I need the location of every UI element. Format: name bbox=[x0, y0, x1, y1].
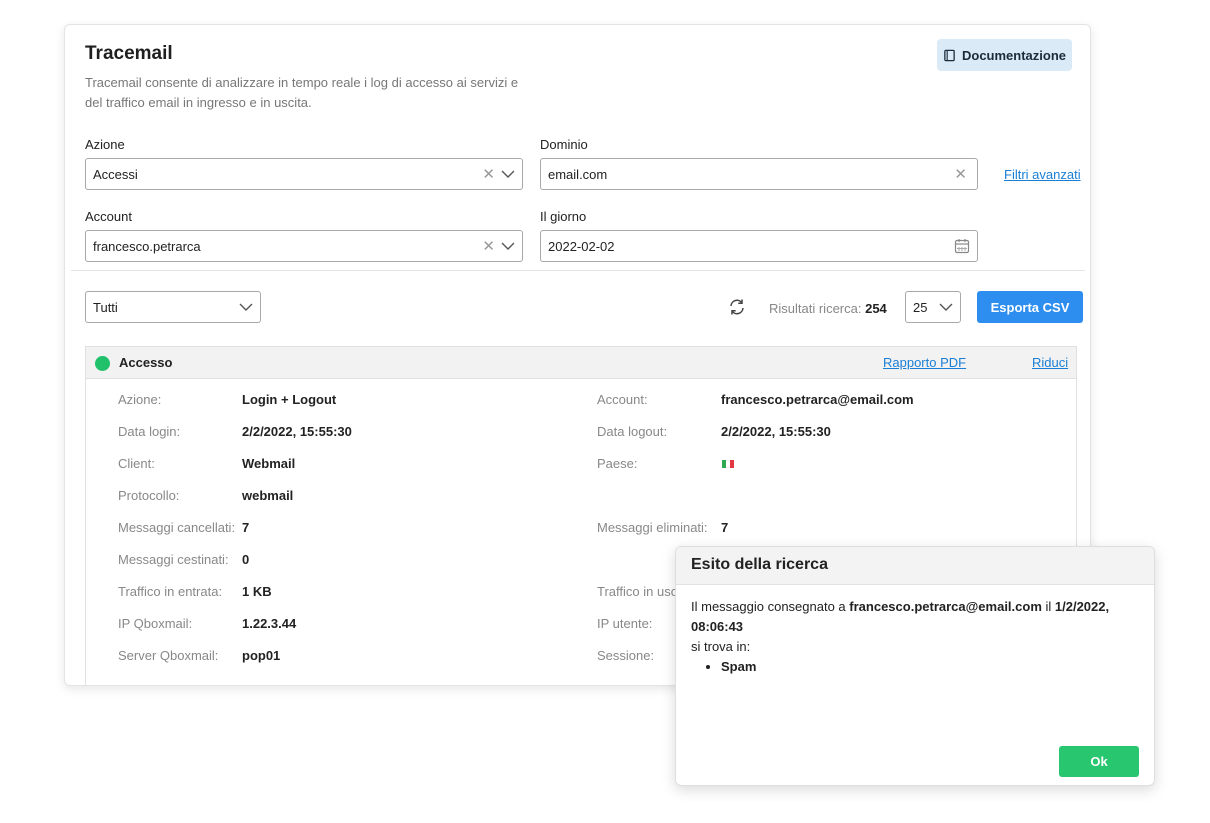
field-value: 2/2/2022, 15:55:30 bbox=[721, 424, 831, 439]
search-result-modal: Esito della ricerca Il messaggio consegn… bbox=[675, 546, 1155, 786]
field-key: Account: bbox=[597, 392, 648, 407]
field-value: pop01 bbox=[242, 648, 281, 663]
field-key: Server Qboxmail: bbox=[118, 648, 219, 663]
giorno-label: Il giorno bbox=[540, 209, 587, 224]
results-count: Risultati ricerca: 254 bbox=[769, 301, 887, 316]
field-value: Webmail bbox=[242, 456, 296, 471]
field-key: Protocollo: bbox=[118, 488, 180, 503]
documentation-button-label: Documentazione bbox=[961, 47, 1066, 63]
field-value: 1 KB bbox=[242, 584, 272, 599]
field-value: Login + Logout bbox=[242, 392, 337, 407]
results-label: Risultati ricerca: bbox=[769, 301, 862, 316]
export-csv-button[interactable]: Esporta CSV bbox=[977, 291, 1083, 323]
chevron-down-icon[interactable] bbox=[501, 169, 515, 179]
collapse-link[interactable]: Riduci bbox=[1032, 355, 1068, 370]
field-key: Data login: bbox=[118, 424, 181, 439]
field-key: Data logout: bbox=[597, 424, 668, 439]
field-key: IP Qboxmail: bbox=[118, 616, 193, 631]
dominio-label: Dominio bbox=[540, 137, 588, 152]
folder-list: Spam bbox=[721, 657, 1139, 677]
filters-divider bbox=[71, 270, 1085, 271]
account-label: Account bbox=[85, 209, 132, 224]
account-select[interactable]: francesco.petrarca ✕ bbox=[85, 230, 523, 262]
chevron-down-icon[interactable] bbox=[239, 302, 253, 312]
results-number: 254 bbox=[865, 301, 887, 316]
folder-item: Spam bbox=[721, 657, 1139, 677]
field-value: webmail bbox=[242, 488, 294, 503]
modal-title: Esito della ricerca bbox=[676, 547, 1154, 585]
field-key: Messaggi cestinati: bbox=[118, 552, 229, 567]
modal-email: francesco.petrarca@email.com bbox=[849, 599, 1042, 614]
clear-icon[interactable]: ✕ bbox=[954, 167, 967, 182]
field-value: 1.22.3.44 bbox=[242, 616, 297, 631]
giorno-date-input[interactable]: 2022-02-02 bbox=[540, 230, 978, 262]
field-key: Azione: bbox=[118, 392, 162, 407]
page-description: Tracemail consente di analizzare in temp… bbox=[85, 75, 519, 110]
italy-flag-icon bbox=[722, 460, 734, 468]
chevron-down-icon[interactable] bbox=[501, 241, 515, 251]
modal-location-label: si trova in: bbox=[691, 639, 751, 654]
documentation-button[interactable]: Documentazione bbox=[937, 39, 1072, 71]
status-dot bbox=[95, 356, 110, 371]
clear-icon[interactable]: ✕ bbox=[482, 167, 495, 182]
field-key: Messaggi cancellati: bbox=[118, 520, 236, 535]
modal-text: il bbox=[1041, 599, 1055, 614]
advanced-filters-link[interactable]: Filtri avanzati bbox=[1004, 167, 1081, 182]
field-key: Sessione: bbox=[597, 648, 655, 663]
ok-button[interactable]: Ok bbox=[1059, 746, 1139, 777]
modal-text: Il messaggio consegnato a bbox=[691, 599, 850, 614]
field-key: IP utente: bbox=[597, 616, 653, 631]
azione-value: Accessi bbox=[93, 166, 138, 182]
giorno-value: 2022-02-02 bbox=[548, 238, 615, 254]
modal-body: Il messaggio consegnato a francesco.petr… bbox=[676, 585, 1154, 689]
pdf-report-link[interactable]: Rapporto PDF bbox=[883, 355, 966, 370]
per-page-select[interactable]: 25 bbox=[905, 291, 961, 323]
status-filter-select[interactable]: Tutti bbox=[85, 291, 261, 323]
field-value: 7 bbox=[721, 520, 729, 535]
status-filter-value: Tutti bbox=[93, 299, 118, 315]
page-title: Tracemail bbox=[85, 43, 173, 64]
refresh-icon[interactable] bbox=[727, 297, 747, 317]
account-value: francesco.petrarca bbox=[93, 238, 201, 254]
dominio-input[interactable]: email.com ✕ bbox=[540, 158, 978, 190]
clear-icon[interactable]: ✕ bbox=[482, 239, 495, 254]
field-key: Messaggi eliminati: bbox=[597, 520, 708, 535]
record-title: Accesso bbox=[119, 355, 173, 370]
field-value: 0 bbox=[242, 552, 250, 567]
field-value: 2/2/2022, 15:55:30 bbox=[242, 424, 352, 439]
modal-message: Il messaggio consegnato a francesco.petr… bbox=[691, 597, 1139, 637]
field-key: Paese: bbox=[597, 456, 638, 471]
dominio-value: email.com bbox=[548, 166, 608, 182]
azione-label: Azione bbox=[85, 137, 125, 152]
per-page-value: 25 bbox=[913, 299, 928, 315]
chevron-down-icon[interactable] bbox=[939, 302, 953, 312]
record-header: Accesso Rapporto PDF Riduci bbox=[86, 347, 1076, 379]
book-icon bbox=[944, 49, 955, 61]
field-value: 7 bbox=[242, 520, 250, 535]
field-key: Traffico in entrata: bbox=[118, 584, 223, 599]
field-key: Client: bbox=[118, 456, 155, 471]
azione-select[interactable]: Accessi ✕ bbox=[85, 158, 523, 190]
field-value: francesco.petrarca@email.com bbox=[721, 392, 914, 407]
calendar-icon[interactable] bbox=[954, 238, 970, 254]
